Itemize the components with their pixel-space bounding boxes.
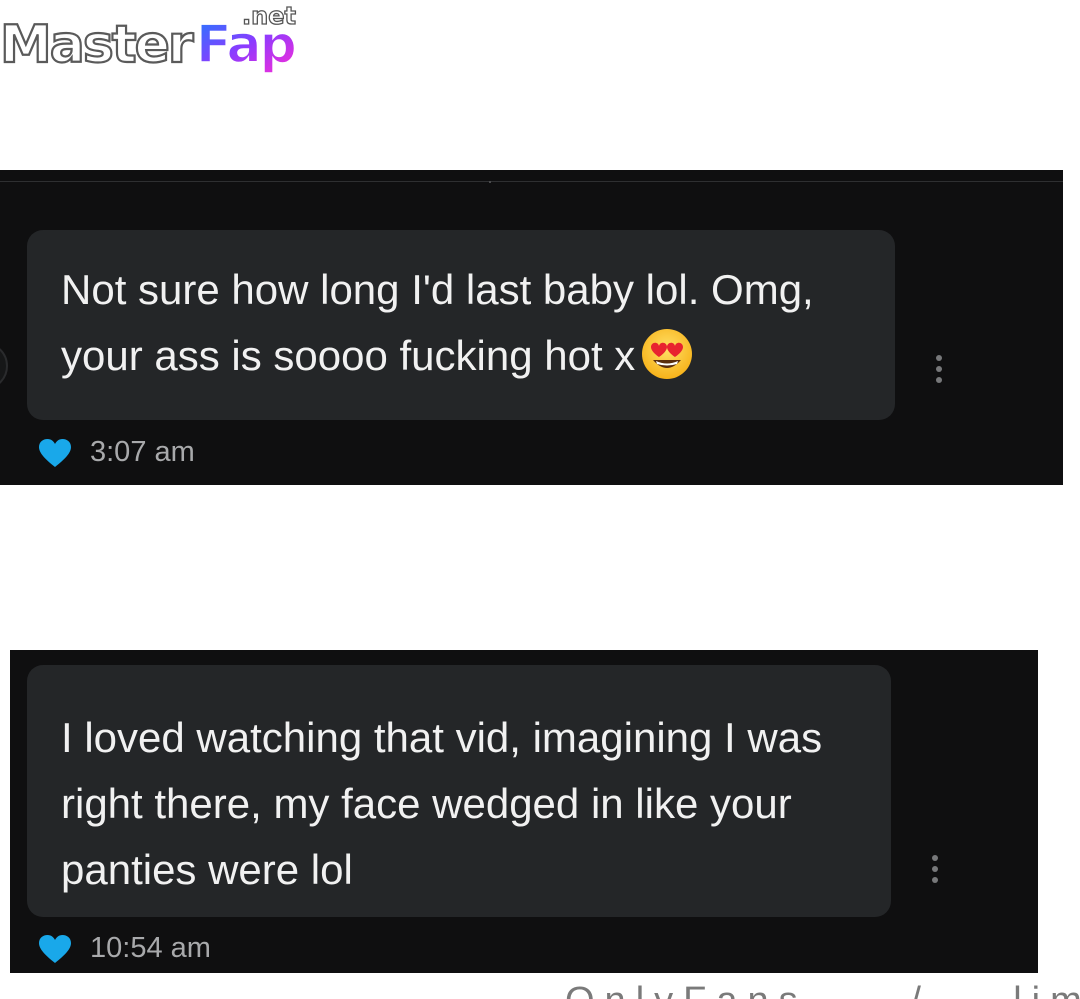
heart-icon[interactable]	[38, 934, 72, 964]
cropped-caption: OnlyFans ... /... limit	[565, 981, 1080, 999]
message-bubble[interactable]: Not sure how long I'd last baby lol. Omg…	[27, 230, 895, 420]
message-meta: 10:54 am	[38, 932, 211, 965]
timestamp: 3:07 am	[90, 436, 195, 468]
avatar[interactable]	[0, 342, 8, 390]
divider	[0, 181, 1063, 182]
message-screenshot-1: Not sure how long I'd last baby lol. Omg…	[0, 170, 1063, 485]
more-options-icon[interactable]	[934, 355, 944, 389]
timestamp: 10:54 am	[90, 932, 211, 964]
heart-eyes-emoji-icon	[642, 329, 693, 379]
svg-text:.net: .net	[242, 2, 296, 30]
masterfap-logo: Master Fap .net	[0, 1, 298, 76]
svg-text:Master: Master	[0, 15, 194, 75]
message-bubble[interactable]: I loved watching that vid, imagining I w…	[27, 665, 891, 917]
message-text: Not sure how long I'd last baby lol. Omg…	[61, 266, 814, 379]
page: Master Fap .net Not sure how long I'd la…	[0, 0, 1080, 999]
message-text: I loved watching that vid, imagining I w…	[61, 714, 823, 893]
message-meta: 3:07 am	[38, 436, 195, 469]
heart-icon[interactable]	[38, 438, 72, 468]
message-screenshot-2: I loved watching that vid, imagining I w…	[10, 650, 1038, 973]
divider-dot	[489, 181, 491, 183]
more-options-icon[interactable]	[930, 855, 940, 889]
